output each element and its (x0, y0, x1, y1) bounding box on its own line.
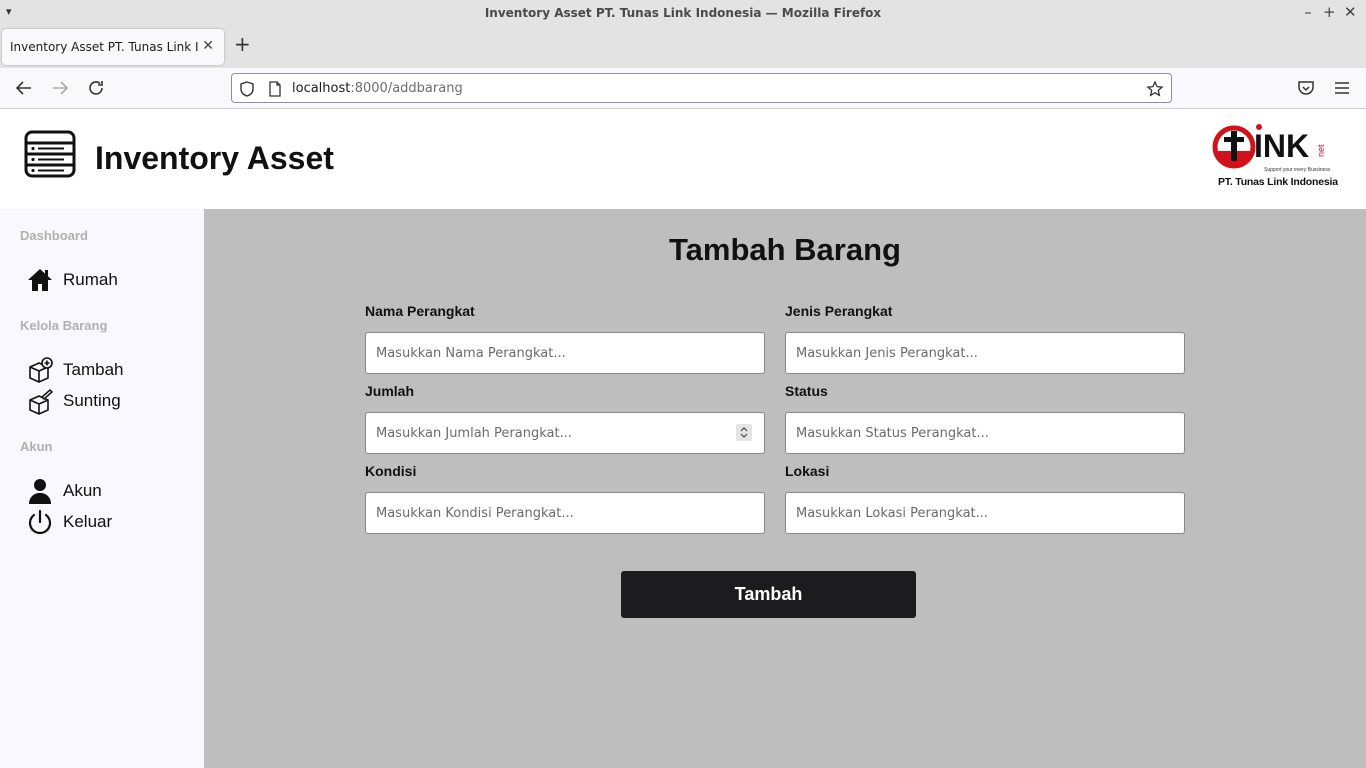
sidebar-item-label: Rumah (63, 270, 118, 289)
window-title: Inventory Asset PT. Tunas Link Indonesia… (484, 6, 882, 20)
url-text: localhost:8000/addbarang (292, 81, 463, 96)
server-stack-icon (24, 130, 76, 178)
nama-perangkat-label: Nama Perangkat (365, 303, 475, 319)
jumlah-field-wrapper (365, 412, 765, 454)
sidebar-section-kelola-barang: Kelola Barang (20, 318, 108, 333)
bookmark-star-icon[interactable] (1146, 80, 1164, 98)
number-spinner-icon[interactable] (736, 424, 752, 441)
jenis-perangkat-input[interactable] (785, 332, 1185, 374)
lokasi-label: Lokasi (785, 463, 830, 479)
sidebar-item-tambah[interactable]: Tambah (26, 356, 123, 384)
status-label: Status (785, 383, 828, 399)
tambah-submit-button[interactable]: Tambah (621, 571, 916, 618)
app-header: Inventory Asset INK net Support your eve… (0, 109, 1366, 209)
forward-icon[interactable] (50, 78, 70, 98)
tlink-logo-icon: INK net (1212, 124, 1326, 169)
status-input[interactable] (785, 412, 1185, 454)
power-icon (28, 509, 52, 535)
hamburger-menu-icon[interactable] (1332, 78, 1352, 98)
maximize-icon[interactable]: + (1323, 3, 1336, 21)
browser-tab[interactable]: Inventory Asset PT. Tunas Link Indonesia… (2, 29, 224, 65)
shield-icon[interactable] (238, 80, 256, 98)
svg-text:net: net (1316, 144, 1326, 157)
brand-tagline: Support your every Bussiness (1264, 167, 1331, 173)
sidebar-item-label: Akun (63, 481, 102, 500)
sidebar-section-dashboard: Dashboard (20, 228, 88, 243)
main-content: Tambah Barang Nama Perangkat Jenis Peran… (204, 209, 1366, 768)
url-bar[interactable]: localhost:8000/addbarang (231, 73, 1172, 103)
kondisi-label: Kondisi (365, 463, 417, 479)
sidebar-item-label: Keluar (63, 512, 113, 531)
url-host: localhost (292, 81, 351, 96)
jumlah-input[interactable] (365, 412, 765, 454)
brand-logo: INK net Support your every Bussiness PT.… (1212, 121, 1338, 191)
pocket-icon[interactable] (1296, 78, 1316, 98)
svg-text:INK: INK (1254, 128, 1309, 164)
close-window-icon[interactable]: ✕ (1344, 3, 1357, 21)
user-icon (29, 479, 51, 504)
sidebar: Dashboard Rumah Kelola Barang Tambah Sun… (0, 209, 204, 768)
home-icon (28, 269, 52, 291)
kondisi-input[interactable] (365, 492, 765, 534)
lokasi-input[interactable] (785, 492, 1185, 534)
new-tab-icon[interactable]: + (234, 34, 251, 54)
page-icon[interactable] (266, 80, 284, 98)
tab-strip: Inventory Asset PT. Tunas Link Indonesia… (0, 26, 1366, 68)
tab-close-icon[interactable]: ✕ (202, 38, 214, 54)
back-icon[interactable] (14, 78, 34, 98)
brand-name: PT. Tunas Link Indonesia (1218, 176, 1338, 188)
box-add-icon (29, 357, 53, 383)
sidebar-item-rumah[interactable]: Rumah (26, 266, 118, 294)
app-title: Inventory Asset (95, 140, 334, 176)
reload-icon[interactable] (86, 78, 106, 98)
window-controls: – + ✕ (1302, 3, 1356, 21)
sidebar-section-akun: Akun (20, 439, 53, 454)
navigation-bar: localhost:8000/addbarang (0, 68, 1366, 109)
box-edit-icon (29, 388, 54, 415)
sidebar-item-label: Tambah (63, 360, 124, 379)
url-path: :8000/addbarang (350, 81, 463, 96)
sidebar-item-keluar[interactable]: Keluar (26, 508, 112, 536)
page-title: Tambah Barang (669, 232, 901, 267)
tab-title: Inventory Asset PT. Tunas Link Indonesia (10, 40, 198, 54)
jumlah-label: Jumlah (365, 383, 415, 399)
minimize-icon[interactable]: – (1302, 3, 1314, 21)
sidebar-item-akun[interactable]: Akun (26, 477, 102, 505)
window-titlebar: ▾ Inventory Asset PT. Tunas Link Indones… (0, 0, 1366, 26)
sidebar-item-label: Sunting (63, 391, 121, 410)
jenis-perangkat-label: Jenis Perangkat (785, 303, 893, 319)
nama-perangkat-input[interactable] (365, 332, 765, 374)
sidebar-item-sunting[interactable]: Sunting (26, 387, 121, 415)
